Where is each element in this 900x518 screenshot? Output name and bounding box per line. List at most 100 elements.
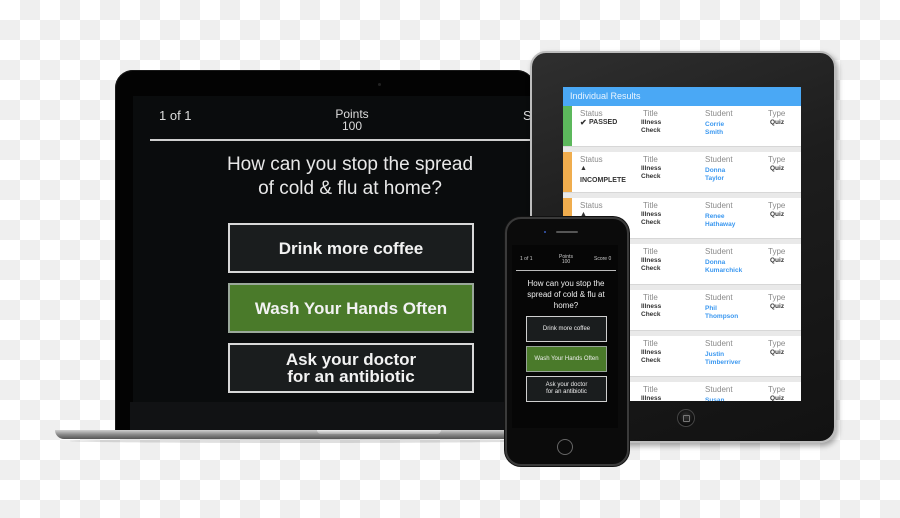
title-line-2: Check — [641, 219, 661, 226]
answer-label-line-2: for an antibiotic — [287, 367, 415, 386]
points-display: Points 100 — [320, 108, 384, 132]
title-line-2: Check — [641, 311, 661, 318]
student-link[interactable]: Phil Thompson — [705, 305, 738, 321]
phone-home-button[interactable] — [557, 439, 573, 455]
title-label: Title — [643, 155, 658, 164]
student-first-name: Susan — [705, 397, 725, 401]
phone-answer-button-ask-doctor[interactable]: Ask your doctor for an antibiotic — [526, 376, 607, 402]
student-label: Student — [705, 339, 733, 348]
answer-label-line-1: Ask your doctor — [545, 382, 588, 388]
laptop-base — [55, 430, 535, 439]
question-line-1: How can you stop the spread — [226, 154, 474, 175]
answer-label: Drink more coffee — [542, 325, 591, 332]
laptop-camera-icon — [378, 83, 381, 86]
status-color-bar — [563, 152, 572, 192]
title-line-2: Check — [641, 265, 661, 272]
student-first-name: Corrie — [705, 121, 725, 128]
student-first-name: Donna — [705, 259, 726, 266]
title-line-1: Illness — [641, 349, 662, 356]
student-last-name: Kumarchick — [705, 267, 743, 274]
student-first-name: Donna — [705, 167, 726, 174]
answer-label-line-1: Ask your doctor — [285, 350, 417, 369]
type-value: Quiz — [770, 303, 785, 310]
title-line-1: Illness — [641, 257, 662, 264]
answer-button-wash-hands[interactable]: Wash Your Hands Often — [228, 283, 474, 333]
phone-answer-button-wash-hands[interactable]: Wash Your Hands Often — [526, 346, 607, 372]
status-value: INCOMPLETE — [580, 177, 626, 184]
title-label: Title — [643, 201, 658, 210]
status-label: Status — [580, 155, 603, 164]
type-label: Type — [768, 247, 786, 256]
student-link[interactable]: Donna Kumarchick — [705, 259, 742, 275]
phone-quiz-question: How can you stop the spread of cold & fl… — [527, 279, 605, 310]
title-value: Illness Check — [641, 303, 661, 319]
title-label: Title — [643, 109, 658, 118]
type-label: Type — [768, 109, 786, 118]
title-value: Illness Check — [641, 211, 661, 227]
answer-label: Wash Your Hands Often — [254, 298, 448, 318]
type-value: Quiz — [770, 211, 785, 218]
title-value: Illness — [641, 395, 661, 401]
student-last-name: Smith — [705, 129, 724, 136]
laptop-shadow — [70, 439, 530, 443]
title-label: Title — [643, 247, 658, 256]
check-icon: ✔ — [580, 118, 587, 127]
student-link[interactable]: Renee Hathaway — [705, 213, 735, 229]
title-line-1: Illness — [641, 303, 662, 310]
phone-points-value: 100 — [561, 259, 571, 265]
title-line-1: Illness — [641, 211, 662, 218]
title-line-1: Illness — [641, 119, 662, 126]
title-line-2: Check — [641, 357, 661, 364]
student-link[interactable]: Corrie Smith — [705, 121, 724, 137]
answer-label-line-2: for an antibiotic — [546, 389, 587, 395]
student-first-name: Renee — [705, 213, 725, 220]
student-link[interactable]: Donna Taylor — [705, 167, 725, 183]
student-link[interactable]: Susan — [705, 397, 725, 401]
type-value: Quiz — [770, 395, 785, 401]
result-row[interactable]: Status Title Student Type ✔ PASSED Illness Chec… — [563, 106, 801, 147]
student-label: Student — [705, 155, 733, 164]
question-line-2: of cold & flu at home? — [258, 178, 442, 199]
title-line-2: Check — [641, 173, 661, 180]
phone-speaker — [556, 231, 578, 233]
student-label: Student — [705, 109, 733, 118]
type-value: Quiz — [770, 257, 785, 264]
header-divider — [150, 139, 535, 141]
type-label: Type — [768, 293, 786, 302]
result-row[interactable]: Status Title Student Type ▲ INCOMPLETE Illness… — [563, 152, 801, 193]
tablet-home-button[interactable] — [677, 409, 695, 427]
student-first-name: Justin — [705, 351, 725, 358]
question-counter: 1 of 1 — [159, 108, 192, 123]
type-value: Quiz — [770, 165, 785, 172]
student-link[interactable]: Justin Timberriver — [705, 351, 741, 367]
laptop-hinge-notch — [317, 430, 441, 434]
phone-points-display: Points 100 — [555, 255, 577, 265]
title-value: Illness Check — [641, 349, 661, 365]
type-label: Type — [768, 385, 786, 394]
title-label: Title — [643, 293, 658, 302]
type-value: Quiz — [770, 349, 785, 356]
phone-question-counter: 1 of 1 — [520, 256, 533, 262]
results-header: Individual Results — [563, 87, 801, 106]
phone-answer-button-drink-coffee[interactable]: Drink more coffee — [526, 316, 607, 342]
points-value: 100 — [341, 119, 363, 133]
phone-camera-icon — [544, 231, 546, 233]
answer-button-ask-doctor[interactable]: Ask your doctor for an antibiotic — [228, 343, 474, 393]
title-label: Title — [643, 339, 658, 348]
student-label: Student — [705, 247, 733, 256]
title-value: Illness Check — [641, 119, 661, 135]
type-label: Type — [768, 339, 786, 348]
title-line-1: Illness — [641, 165, 662, 172]
answer-label: Wash Your Hands Often — [534, 355, 599, 362]
status-label: Status — [580, 109, 603, 118]
warning-icon: ▲ — [580, 165, 587, 172]
title-value: Illness Check — [641, 257, 661, 273]
quiz-question: How can you stop the spread of cold & fl… — [190, 153, 510, 201]
answer-label: Ask your doctor for an antibiotic — [546, 382, 588, 396]
type-label: Type — [768, 201, 786, 210]
laptop-bezel — [130, 402, 535, 432]
phone-score-display: Score 0 — [594, 256, 612, 262]
answer-button-drink-coffee[interactable]: Drink more coffee — [228, 223, 474, 273]
type-label: Type — [768, 155, 786, 164]
title-line-1: Illness — [641, 395, 662, 401]
